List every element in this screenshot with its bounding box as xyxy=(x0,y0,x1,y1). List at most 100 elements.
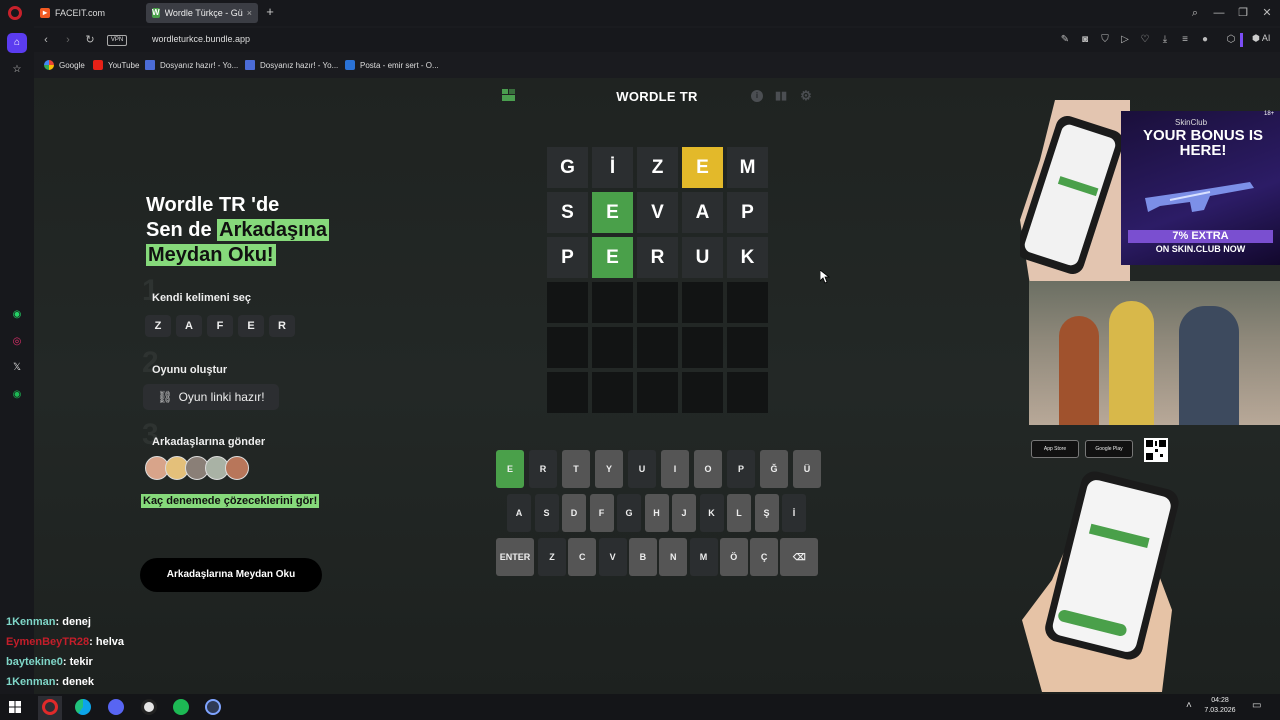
heart-icon[interactable]: ♡ xyxy=(1138,33,1152,47)
key-e[interactable]: E xyxy=(496,450,524,488)
enter-key[interactable]: ENTER xyxy=(496,538,534,576)
forward-icon[interactable]: › xyxy=(61,33,75,47)
extensions-icon[interactable]: ⬡ xyxy=(1224,33,1238,47)
menu-icon[interactable]: ≡ xyxy=(1178,33,1192,47)
board-tile xyxy=(592,372,633,413)
discord-icon[interactable] xyxy=(108,699,124,715)
ad-subtitle: ON SKIN.CLUB NOW xyxy=(1155,244,1246,254)
close-window-button[interactable]: ✕ xyxy=(1258,5,1276,21)
google-play-badge[interactable]: Google Play xyxy=(1085,440,1133,458)
bookmark-dosya-2[interactable]: Dosyanız hazır! - Yo... xyxy=(245,58,338,72)
people-photo-ad[interactable] xyxy=(1029,281,1280,425)
key-i[interactable]: I xyxy=(661,450,689,488)
search-tabs-icon[interactable]: ⌕ xyxy=(1186,5,1204,21)
tab-close-icon[interactable]: × xyxy=(247,8,252,18)
edge-icon[interactable] xyxy=(75,699,91,715)
board-tile xyxy=(547,372,588,413)
board-tile: P xyxy=(547,237,588,278)
steam-icon[interactable] xyxy=(141,699,157,715)
key-b[interactable]: B xyxy=(628,538,657,576)
key-t[interactable]: T xyxy=(562,450,590,488)
key-f[interactable]: F xyxy=(589,494,614,532)
taskbar-clock[interactable]: 04:28 7.03.2026 xyxy=(1200,696,1240,716)
board-tile xyxy=(682,327,723,368)
board-tile xyxy=(727,327,768,368)
phone-ad-image[interactable] xyxy=(1020,100,1130,285)
site-logo-icon[interactable] xyxy=(502,89,516,101)
person-silhouette xyxy=(1109,301,1154,425)
key-h[interactable]: H xyxy=(644,494,669,532)
key-s[interactable]: S xyxy=(534,494,559,532)
key-u[interactable]: U xyxy=(628,450,656,488)
bookmark-youtube[interactable]: YouTube xyxy=(93,58,139,72)
settings-gear-icon[interactable]: ⚙ xyxy=(800,89,812,102)
key-r[interactable]: R xyxy=(529,450,557,488)
game-link-label: Oyun linki hazır! xyxy=(178,390,265,404)
opera-menu-icon[interactable] xyxy=(8,6,22,20)
chat-text: : denek xyxy=(55,676,95,688)
x-icon[interactable]: 𝕏 xyxy=(7,358,27,378)
home-icon[interactable]: ⌂ xyxy=(7,33,27,53)
key-k[interactable]: K xyxy=(699,494,724,532)
key-ü[interactable]: Ü xyxy=(793,450,821,488)
step-label: Kendi kelimeni seç xyxy=(152,292,252,304)
key-ç[interactable]: Ç xyxy=(750,538,779,576)
star-icon[interactable]: ☆ xyxy=(7,60,27,80)
new-tab-button[interactable]: + xyxy=(263,5,277,19)
challenge-friends-button[interactable]: Arkadaşlarına Meydan Oku xyxy=(140,558,322,592)
key-c[interactable]: C xyxy=(568,538,597,576)
key-ö[interactable]: Ö xyxy=(719,538,748,576)
player-icon[interactable]: ▷ xyxy=(1118,33,1132,47)
key-v[interactable]: V xyxy=(598,538,627,576)
key-j[interactable]: J xyxy=(672,494,696,532)
tray-chevron-icon[interactable]: ˄ xyxy=(1186,700,1192,711)
spotify-icon[interactable]: ◉ xyxy=(7,385,27,405)
key-i̇[interactable]: İ xyxy=(782,494,806,532)
windows-start-icon[interactable] xyxy=(9,701,21,713)
board-tile: K xyxy=(727,237,768,278)
profile-icon[interactable]: ● xyxy=(1198,33,1212,47)
board-tile xyxy=(637,372,678,413)
tab-faceit[interactable]: ▸ FACEIT.com xyxy=(34,3,142,23)
phone-ad-image[interactable] xyxy=(1022,470,1192,692)
bookmark-posta[interactable]: Posta - emir sert - O... xyxy=(345,58,439,72)
notification-icon[interactable]: ▭ xyxy=(1252,700,1261,711)
key-ş[interactable]: Ş xyxy=(754,494,779,532)
back-icon[interactable]: ‹ xyxy=(39,33,53,47)
key-d[interactable]: D xyxy=(562,494,586,532)
bookmark-google[interactable]: Google xyxy=(44,58,85,72)
tab-wordle[interactable]: W Wordle Türkçe - Günlük K × xyxy=(146,3,258,23)
key-ğ[interactable]: Ğ xyxy=(760,450,788,488)
instagram-icon[interactable]: ◎ xyxy=(7,332,27,352)
spotify-taskbar-icon[interactable] xyxy=(173,699,189,715)
key-z[interactable]: Z xyxy=(538,538,566,576)
key-y[interactable]: Y xyxy=(595,450,623,488)
opera-gx-icon[interactable] xyxy=(42,699,58,715)
shield-icon[interactable]: ⛉ xyxy=(1098,33,1112,47)
url-field[interactable]: wordleturkce.bundle.app xyxy=(152,34,250,44)
edit-icon[interactable]: ✎ xyxy=(1058,33,1072,47)
key-o[interactable]: O xyxy=(694,450,722,488)
download-icon[interactable]: ⤓ xyxy=(1158,33,1172,47)
backspace-icon[interactable]: ⌫ xyxy=(780,538,819,576)
key-m[interactable]: M xyxy=(689,538,718,576)
app-store-badge[interactable]: App Store xyxy=(1031,440,1079,458)
key-g[interactable]: G xyxy=(617,494,641,532)
whatsapp-icon[interactable]: ◉ xyxy=(7,305,27,325)
key-n[interactable]: N xyxy=(659,538,688,576)
minimize-button[interactable]: — xyxy=(1210,5,1228,21)
vpn-badge[interactable]: VPN xyxy=(107,35,127,46)
info-icon[interactable]: i xyxy=(751,90,763,102)
camera-icon[interactable]: ◙ xyxy=(1078,33,1092,47)
stats-icon[interactable]: ▮▮ xyxy=(775,90,787,102)
key-p[interactable]: P xyxy=(727,450,755,488)
key-a[interactable]: A xyxy=(507,494,531,532)
app-icon[interactable] xyxy=(205,699,221,715)
restore-button[interactable]: ❐ xyxy=(1234,5,1252,21)
reload-icon[interactable]: ↻ xyxy=(83,33,97,47)
key-l[interactable]: L xyxy=(727,494,751,532)
ai-button[interactable]: ⬢ AI xyxy=(1252,33,1270,44)
rifle-icon xyxy=(1145,182,1254,212)
bookmark-dosya-1[interactable]: Dosyanız hazır! - Yo... xyxy=(145,58,238,72)
game-link-button[interactable]: ⛓ Oyun linki hazır! xyxy=(143,384,279,410)
